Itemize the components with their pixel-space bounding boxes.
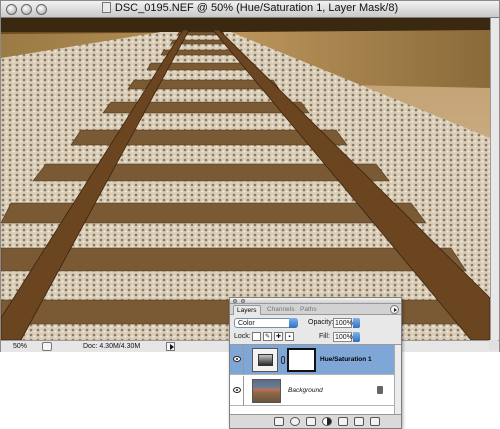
divider (243, 345, 244, 375)
lock-label: Lock: (234, 333, 251, 340)
layer-list-scrollbar[interactable] (394, 345, 401, 415)
image-canvas[interactable] (1, 18, 490, 340)
blend-mode-value: Color (238, 320, 255, 327)
palette-bottom-bar (230, 414, 401, 428)
lock-icon (377, 386, 383, 394)
document-size: Doc: 4.30M/4.30M (83, 343, 141, 350)
vertical-scrollbar[interactable] (490, 18, 499, 340)
palette-close-button[interactable] (233, 299, 237, 303)
dropdown-arrows-icon (289, 318, 298, 328)
layers-palette: Layers Channels Paths Color Opacity: 100… (229, 297, 402, 429)
title-bar[interactable]: DSC_0195.NEF @ 50% (Hue/Saturation 1, La… (1, 1, 499, 18)
new-layer-icon[interactable] (354, 417, 364, 426)
new-group-icon[interactable] (338, 417, 348, 426)
hue-saturation-icon (258, 354, 273, 366)
palette-tabs: Layers Channels Paths (230, 304, 401, 315)
tab-layers[interactable]: Layers (233, 305, 261, 315)
layer-list: Hue/Saturation 1 Background (230, 344, 401, 415)
fill-slider-arrow[interactable] (353, 332, 360, 342)
layer-name[interactable]: Hue/Saturation 1 (320, 356, 372, 363)
adjustment-layer-thumbnail[interactable] (252, 348, 278, 372)
title-wrap: DSC_0195.NEF @ 50% (Hue/Saturation 1, La… (1, 2, 499, 14)
railroad-photo (1, 18, 490, 340)
lock-position-icon[interactable]: ✚ (274, 332, 283, 341)
divider (243, 376, 244, 406)
tab-paths[interactable]: Paths (297, 305, 320, 315)
add-mask-icon[interactable] (306, 417, 316, 426)
fill-label: Fill: (319, 333, 330, 340)
layer-mask-thumbnail[interactable] (287, 348, 316, 372)
document-file-icon (101, 2, 111, 13)
document-title: DSC_0195.NEF @ 50% (Hue/Saturation 1, La… (114, 2, 399, 14)
visibility-eye-icon[interactable] (233, 387, 241, 393)
layer-row-hue-saturation[interactable]: Hue/Saturation 1 (230, 345, 394, 375)
tab-channels[interactable]: Channels (264, 305, 297, 315)
lock-all-icon[interactable]: ▪ (285, 332, 294, 341)
link-layers-icon[interactable] (274, 417, 284, 426)
palette-collapse-button[interactable] (241, 299, 245, 303)
new-adjustment-layer-icon[interactable] (322, 417, 332, 426)
layer-row-background[interactable]: Background (230, 376, 394, 406)
opacity-label: Opacity: (308, 319, 334, 326)
status-info-arrow[interactable] (166, 342, 175, 351)
opacity-slider-arrow[interactable] (353, 318, 360, 328)
background-layer-thumbnail[interactable] (252, 379, 281, 403)
resize-grip[interactable] (489, 340, 498, 350)
screen: DSC_0195.NEF @ 50% (Hue/Saturation 1, La… (0, 0, 500, 429)
lock-image-pixels-icon[interactable]: ✎ (263, 332, 272, 341)
trash-icon[interactable] (370, 417, 380, 426)
visibility-eye-icon[interactable] (233, 356, 241, 362)
lock-transparency-icon[interactable] (252, 332, 261, 341)
opacity-input[interactable]: 100% (333, 318, 353, 328)
status-menu-button[interactable] (42, 342, 52, 351)
palette-menu-icon[interactable] (390, 305, 399, 314)
link-chain-icon[interactable] (281, 356, 285, 364)
zoom-level-field[interactable]: 50% (13, 343, 27, 350)
blend-mode-select[interactable]: Color (234, 318, 298, 328)
layer-name[interactable]: Background (288, 387, 323, 394)
layer-style-icon[interactable] (290, 417, 300, 426)
fill-input[interactable]: 100% (333, 332, 353, 342)
